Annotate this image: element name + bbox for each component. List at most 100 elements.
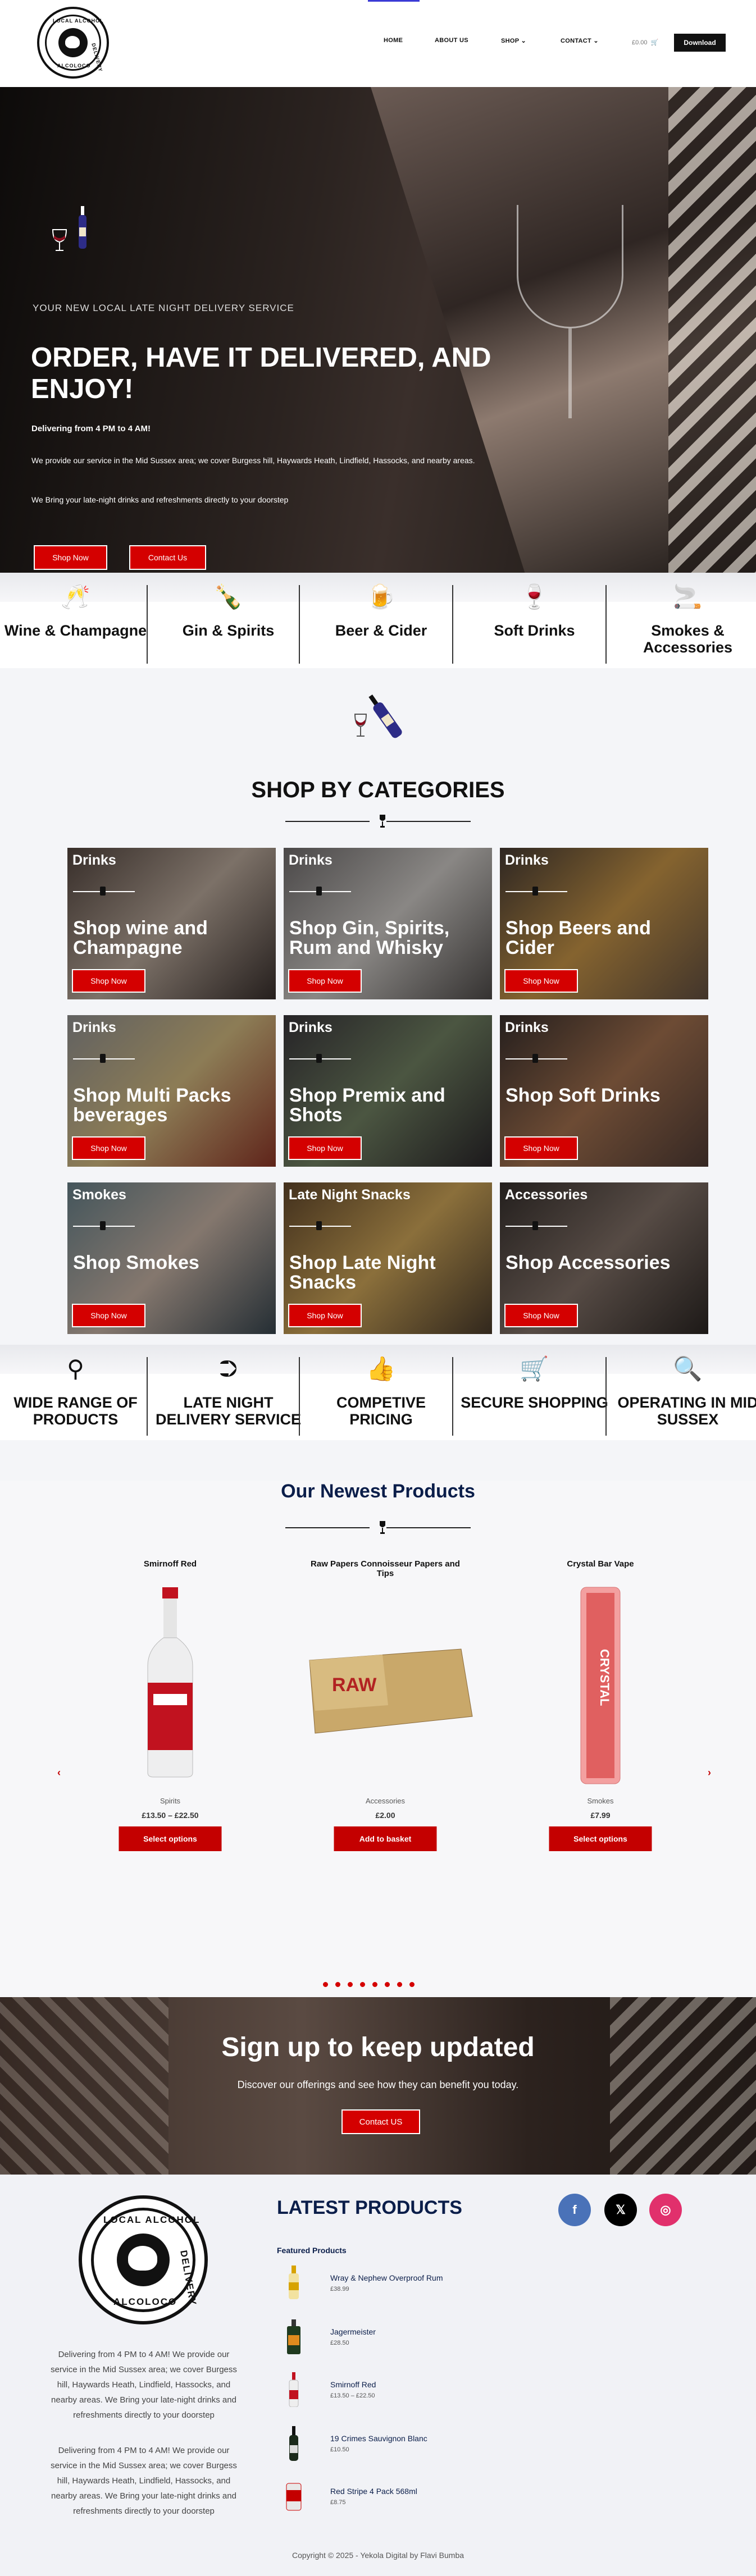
cart-icon: 🛒 bbox=[650, 39, 659, 46]
category-tile-snacks[interactable]: Late Night Snacks Shop Late Night Snacks… bbox=[284, 1182, 492, 1334]
latest-item[interactable]: Wray & Nephew Overproof Rum £38.99 bbox=[285, 2266, 510, 2305]
latest-item[interactable]: Jagermeister £28.50 bbox=[285, 2319, 510, 2359]
beer-can-image bbox=[286, 2483, 302, 2511]
product-card: Crystal Bar Vape CRYSTAL Smokes £7.99 Se… bbox=[516, 1559, 685, 1851]
select-options-button[interactable]: Select options bbox=[549, 1826, 652, 1851]
shop-now-button[interactable]: Shop Now bbox=[504, 1136, 578, 1160]
features-strip: ⚲ WIDE RANGE OF PRODUCTS ⮊ LATE NIGHT DELI… bbox=[0, 1345, 756, 1440]
logo-text-bottom: ALCOLOCO bbox=[113, 2296, 177, 2307]
latest-item[interactable]: Red Stripe 4 Pack 568ml £8.75 bbox=[285, 2479, 510, 2518]
glass-icon bbox=[380, 1521, 385, 1534]
logo-text-bottom: ALCOLOCO bbox=[57, 63, 91, 68]
shop-categories-heading: SHOP BY CATEGORIES bbox=[251, 778, 505, 802]
feature-pricing: 👍 COMPETIVE PRICING bbox=[306, 1353, 457, 1436]
logo-text-top: LOCAL ALCOHOL bbox=[103, 2214, 201, 2225]
hero-title: ORDER, HAVE IT DELIVERED, AND ENJOY! bbox=[31, 342, 491, 404]
contact-us-button[interactable]: Contact US bbox=[341, 2109, 420, 2134]
wine-bottle-icon bbox=[52, 206, 86, 251]
newest-heading: Our Newest Products bbox=[281, 1481, 475, 1502]
category-tile-softdrinks[interactable]: Drinks Shop Soft Drinks Shop Now bbox=[500, 1015, 708, 1167]
footer-about-2: Delivering from 4 PM to 4 AM! We provide… bbox=[51, 2446, 237, 2516]
footer-about-1: Delivering from 4 PM to 4 AM! We provide… bbox=[51, 2350, 237, 2420]
search-icon: 🔍 bbox=[673, 1355, 703, 1382]
glass-icon bbox=[316, 1054, 322, 1063]
signup-text: Discover our offerings and see how they … bbox=[237, 2079, 519, 2090]
copyright: Copyright © 2025 - Yekola Digital by Fla… bbox=[292, 2551, 464, 2560]
category-tile-beer[interactable]: Drinks Shop Beers and Cider Shop Now bbox=[500, 848, 708, 999]
latest-heading: LATEST PRODUCTS bbox=[277, 2197, 462, 2218]
carousel-prev-icon[interactable]: ‹ bbox=[57, 1767, 61, 1779]
binoculars-icon: ⚲ bbox=[67, 1355, 84, 1382]
shop-now-button[interactable]: Shop Now bbox=[288, 1136, 362, 1160]
shop-now-button[interactable]: Shop Now bbox=[504, 969, 578, 993]
carousel-dots[interactable] bbox=[323, 1982, 415, 1987]
glass-icon bbox=[316, 887, 322, 896]
glass-icon bbox=[100, 887, 106, 896]
nav-contact[interactable]: CONTACT ⌄ bbox=[561, 37, 599, 44]
latest-item[interactable]: Smirnoff Red £13.50 – £22.50 bbox=[285, 2372, 510, 2411]
glass-icon bbox=[532, 1054, 538, 1063]
strip-item-wine[interactable]: 🥂 Wine & Champagne bbox=[0, 581, 151, 664]
latest-item[interactable]: 19 Crimes Sauvignon Blanc £10.50 bbox=[285, 2426, 510, 2465]
raw-papers-image: RAW bbox=[309, 1648, 473, 1734]
strip-item-soft[interactable]: 🍷 Soft Drinks bbox=[459, 581, 610, 664]
add-to-basket-button[interactable]: Add to basket bbox=[334, 1826, 437, 1851]
category-strip: 🥂 Wine & Champagne 🍾 Gin & Spirits 🍺 Beer &… bbox=[0, 573, 756, 668]
star-icon bbox=[316, 1221, 322, 1230]
category-tile-spirits[interactable]: Drinks Shop Gin, Spirits, Rum and Whisky… bbox=[284, 848, 492, 999]
shop-now-button[interactable]: Shop Now bbox=[504, 1304, 578, 1327]
glass-icon bbox=[532, 887, 538, 896]
featured-label: Featured Products bbox=[277, 2246, 347, 2255]
jagermeister-bottle-image bbox=[287, 2319, 300, 2354]
category-tile-wine[interactable]: Drinks Shop wine and Champagne Shop Now bbox=[67, 848, 276, 999]
strip-item-smokes[interactable]: 🚬 Smokes & Accessories bbox=[612, 581, 756, 664]
shop-now-button[interactable]: Shop Now bbox=[72, 1136, 145, 1160]
rum-bottle-image bbox=[289, 2266, 299, 2299]
beer-mug-icon: 🍺 bbox=[366, 583, 396, 610]
shop-now-button[interactable]: Shop Now bbox=[288, 969, 362, 993]
arrow-box-icon: ⮊ bbox=[219, 1355, 238, 1382]
wine-bottle-image bbox=[289, 2426, 298, 2461]
hero-shop-now-button[interactable]: Shop Now bbox=[34, 545, 107, 570]
alcoloco-logo[interactable]: LOCAL ALCOHOL DELIVERY ALCOLOCO bbox=[37, 7, 109, 79]
hero-contact-button[interactable]: Contact Us bbox=[129, 545, 206, 570]
strip-item-gin[interactable]: 🍾 Gin & Spirits bbox=[153, 581, 304, 664]
category-tile-multipacks[interactable]: Drinks Shop Multi Packs beverages Shop N… bbox=[67, 1015, 276, 1167]
category-tile-premix[interactable]: Drinks Shop Premix and Shots Shop Now bbox=[284, 1015, 492, 1167]
shop-now-button[interactable]: Shop Now bbox=[72, 1304, 145, 1327]
hero-section: YOUR NEW LOCAL LATE NIGHT DELIVERY SERVI… bbox=[0, 87, 756, 573]
alcoloco-logo[interactable]: LOCAL ALCOHOL DELIVERY ALCOLOCO bbox=[79, 2195, 208, 2324]
product-card: Raw Papers Connoisseur Papers and Tips R… bbox=[301, 1559, 473, 1851]
product-card: Smirnoff Red Spirits £13.50 – £22.50 Sel… bbox=[86, 1559, 254, 1851]
download-button[interactable]: Download bbox=[674, 34, 726, 52]
x-icon[interactable]: 𝕏 bbox=[604, 2194, 637, 2226]
smirnoff-bottle-image bbox=[289, 2372, 299, 2407]
nav-shop[interactable]: SHOP ⌄ bbox=[501, 37, 526, 44]
category-tile-accessories[interactable]: Accessories Shop Accessories Shop Now bbox=[500, 1182, 708, 1334]
cocktail-glass-icon: 🍷 bbox=[520, 583, 549, 610]
cigarette-icon bbox=[100, 1221, 106, 1230]
facebook-icon[interactable]: f bbox=[558, 2194, 591, 2226]
strip-item-beer[interactable]: 🍺 Beer & Cider bbox=[306, 581, 457, 664]
select-options-button[interactable]: Select options bbox=[119, 1826, 222, 1851]
newest-products-section: Our Newest Products ‹ › Smirnoff Red Spi… bbox=[0, 1481, 756, 1997]
bottle-icon: 🍾 bbox=[213, 583, 243, 610]
cigarette-icon: 🚬 bbox=[673, 583, 703, 610]
cart-link[interactable]: £0.00 🛒 bbox=[632, 39, 658, 46]
glass-icon bbox=[380, 815, 385, 828]
carousel-next-icon[interactable]: › bbox=[708, 1767, 711, 1779]
signup-section: Sign up to keep updated Discover our off… bbox=[0, 1997, 756, 2175]
logo-text-top: LOCAL ALCOHOL bbox=[53, 18, 104, 24]
category-tile-smokes[interactable]: Smokes Shop Smokes Shop Now bbox=[67, 1182, 276, 1334]
shop-now-button[interactable]: Shop Now bbox=[288, 1304, 362, 1327]
cart-icon: 🛒 bbox=[520, 1355, 549, 1382]
wine-bottle-icon bbox=[354, 694, 402, 738]
hero-area: We provide our service in the Mid Sussex… bbox=[31, 456, 475, 465]
shop-now-button[interactable]: Shop Now bbox=[72, 969, 145, 993]
nav-home[interactable]: HOME bbox=[384, 37, 403, 44]
page: { "header": { "logo_text_top": "LOCAL AL… bbox=[0, 0, 756, 2576]
hero-hours: Delivering from 4 PM to 4 AM! bbox=[31, 424, 151, 433]
instagram-icon[interactable]: ◎ bbox=[649, 2194, 682, 2226]
top-indicator bbox=[0, 0, 756, 2]
nav-about[interactable]: ABOUT US bbox=[435, 37, 468, 44]
